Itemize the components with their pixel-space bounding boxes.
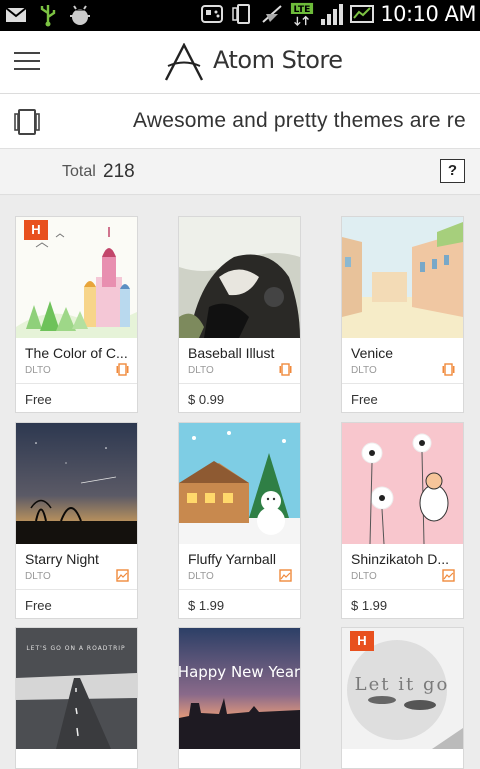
theme-card[interactable]: Happy New Year xyxy=(178,627,301,769)
gamepad-icon xyxy=(200,2,224,26)
theme-card[interactable]: Shinzikatoh D... DLTO $ 1.99 xyxy=(341,422,464,619)
card-divider xyxy=(342,383,463,384)
theme-card[interactable]: H The Color of C... DLTO Free xyxy=(15,216,138,413)
theme-name: Venice xyxy=(351,345,394,361)
theme-card[interactable]: Baseball Illust DLTO $ 0.99 xyxy=(178,216,301,413)
wallpaper-type-icon xyxy=(279,569,292,582)
battery-icon xyxy=(350,2,375,26)
theme-name: The Color of C... xyxy=(25,345,128,361)
theme-icon xyxy=(14,108,40,136)
theme-card[interactable]: Fluffy Yarnball DLTO $ 1.99 xyxy=(178,422,301,619)
thumb-caption: LET'S GO ON A ROADTRIP xyxy=(26,645,125,652)
status-bar: LTE 10:10 AM xyxy=(0,0,480,31)
theme-author: DLTO xyxy=(351,571,377,582)
theme-type-icon xyxy=(116,363,129,376)
theme-price: $ 0.99 xyxy=(188,392,225,407)
atom-logo-icon xyxy=(164,42,204,81)
app-header: Atom Store xyxy=(0,31,480,94)
hamburger-menu-icon[interactable] xyxy=(14,49,40,73)
theme-author: DLTO xyxy=(188,365,214,376)
total-label: Total xyxy=(62,163,96,180)
theme-thumbnail xyxy=(16,423,137,544)
card-divider xyxy=(179,589,300,590)
theme-name: Starry Night xyxy=(25,551,99,567)
theme-card[interactable]: LET'S GO ON A ROADTRIP xyxy=(15,627,138,769)
total-bar: Total 218 ? xyxy=(0,149,480,195)
usb-icon xyxy=(36,3,60,27)
hot-badge: H xyxy=(24,220,48,240)
theme-thumbnail xyxy=(179,217,300,338)
theme-price: $ 1.99 xyxy=(351,598,388,613)
svg-text:LTE: LTE xyxy=(294,4,311,15)
theme-thumbnail xyxy=(342,423,463,544)
theme-type-icon xyxy=(279,363,292,376)
theme-card[interactable]: Starry Night DLTO Free xyxy=(15,422,138,619)
theme-thumbnail xyxy=(179,423,300,544)
hot-badge: H xyxy=(350,631,374,651)
theme-card[interactable]: H Let it go xyxy=(341,627,464,769)
theme-card[interactable]: Venice DLTO Free xyxy=(341,216,464,413)
email-icon xyxy=(4,3,28,27)
theme-price: $ 1.99 xyxy=(188,598,225,613)
signal-icon xyxy=(320,2,344,26)
theme-thumbnail xyxy=(342,217,463,338)
theme-grid: H The Color of C... DLTO Free Baseball I… xyxy=(0,196,480,769)
android-debug-icon xyxy=(68,3,92,27)
theme-author: DLTO xyxy=(188,571,214,582)
wallpaper-type-icon xyxy=(116,569,129,582)
theme-name: Fluffy Yarnball xyxy=(188,551,276,567)
theme-author: DLTO xyxy=(25,571,51,582)
help-button[interactable]: ? xyxy=(440,159,465,183)
thumb-caption: Let it go xyxy=(355,674,450,695)
lte-icon: LTE xyxy=(290,2,314,27)
announcement-banner[interactable]: Awesome and pretty themes are released xyxy=(0,94,480,149)
card-divider xyxy=(179,383,300,384)
total-count: 218 xyxy=(103,161,135,182)
status-time: 10:10 AM xyxy=(380,2,476,26)
card-divider xyxy=(342,589,463,590)
theme-price: Free xyxy=(25,598,52,613)
app-title: Atom Store xyxy=(213,46,343,74)
theme-price: Free xyxy=(351,392,378,407)
theme-author: DLTO xyxy=(351,365,377,376)
banner-text: Awesome and pretty themes are released xyxy=(133,109,465,132)
theme-type-icon xyxy=(442,363,455,376)
theme-author: DLTO xyxy=(25,365,51,376)
theme-name: Shinzikatoh D... xyxy=(351,551,450,567)
vibrate-icon xyxy=(230,2,254,26)
theme-name: Baseball Illust xyxy=(188,345,275,361)
wifi-off-icon xyxy=(260,2,284,26)
thumb-caption: Happy New Year xyxy=(179,663,300,681)
card-divider xyxy=(16,589,137,590)
theme-thumbnail: LET'S GO ON A ROADTRIP xyxy=(16,628,137,749)
theme-thumbnail: Happy New Year xyxy=(179,628,300,749)
card-divider xyxy=(16,383,137,384)
theme-price: Free xyxy=(25,392,52,407)
wallpaper-type-icon xyxy=(442,569,455,582)
